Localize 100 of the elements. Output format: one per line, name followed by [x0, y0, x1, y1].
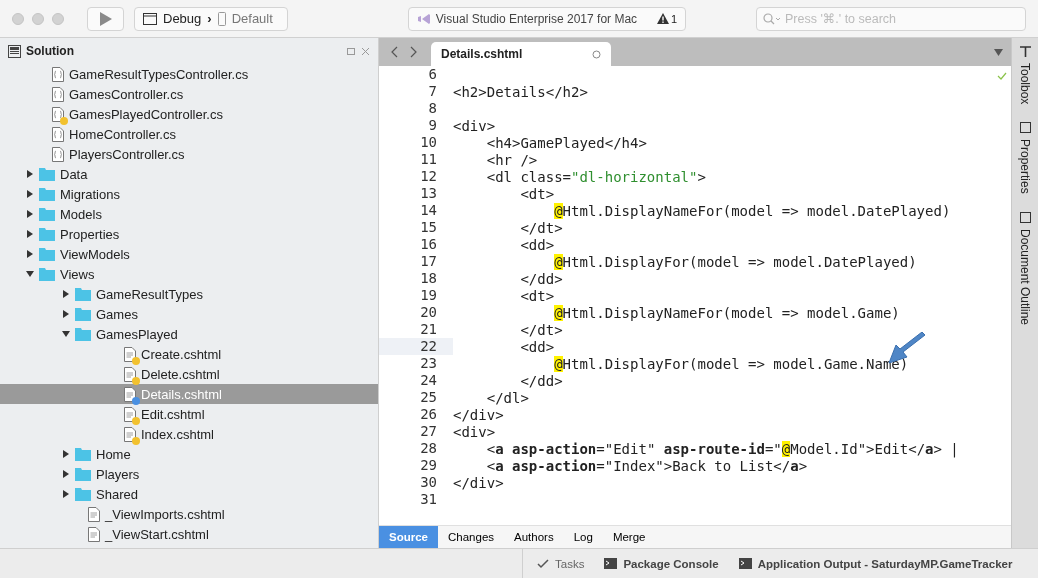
dropdown-caret-icon[interactable]: [994, 49, 1003, 56]
code-line: </div>: [453, 474, 504, 491]
tree-item[interactable]: Games: [0, 304, 378, 324]
file-icon: [52, 86, 64, 102]
collapse-triangle-icon[interactable]: [62, 330, 70, 338]
file-icon: [124, 346, 136, 362]
configuration-selector[interactable]: Debug › Default: [134, 6, 288, 31]
side-pad-tab[interactable]: Properties: [1018, 122, 1032, 195]
tree-item[interactable]: Players: [0, 464, 378, 484]
check-icon: [997, 72, 1007, 80]
run-button[interactable]: [87, 6, 124, 31]
code-line: </dt>: [519, 321, 563, 338]
terminal-icon: [738, 558, 752, 569]
folder-icon: [39, 187, 55, 201]
line-number: 22: [379, 338, 453, 355]
file-icon: [124, 426, 136, 442]
pad-icon: [1019, 46, 1031, 57]
code-line: <h2>Details</h2>: [453, 83, 588, 100]
file-icon: [124, 386, 136, 402]
folder-icon: [39, 207, 55, 221]
tree-item[interactable]: _ViewImports.cshtml: [0, 504, 378, 524]
tree-item-label: GamesController.cs: [69, 86, 184, 102]
code-line: <dd>: [519, 236, 555, 253]
document-tab[interactable]: Details.cshtml: [431, 42, 611, 66]
expand-triangle-icon[interactable]: [62, 310, 70, 318]
side-pad-tab[interactable]: Toolbox: [1018, 46, 1032, 105]
expand-triangle-icon[interactable]: [62, 470, 70, 478]
tree-item-label: GameResultTypes: [96, 286, 203, 302]
code-line: </dd>: [519, 270, 563, 287]
view-tab[interactable]: Log: [563, 526, 603, 548]
folder-icon: [39, 167, 55, 181]
tree-item[interactable]: Home: [0, 444, 378, 464]
warning-number: 1: [670, 12, 677, 25]
file-icon: [88, 506, 100, 522]
folder-icon: [75, 487, 91, 501]
status-pad-button[interactable]: Package Console: [604, 557, 719, 570]
folder-icon: [39, 247, 55, 261]
code-line: </div>: [453, 406, 504, 423]
tree-item[interactable]: GamesController.cs: [0, 84, 378, 104]
status-pad-button[interactable]: Application Output - SaturdayMP.GameTracker: [738, 557, 1013, 570]
tree-item[interactable]: GameResultTypes: [0, 284, 378, 304]
expand-triangle-icon[interactable]: [26, 170, 34, 178]
tree-item[interactable]: Create.cshtml: [0, 344, 378, 364]
tree-item-label: _ViewImports.cshtml: [105, 506, 225, 522]
tree-item[interactable]: Models: [0, 204, 378, 224]
tree-item[interactable]: _ViewStart.cshtml: [0, 524, 378, 544]
folder-icon: [39, 267, 55, 281]
tree-item[interactable]: Views: [0, 264, 378, 284]
tree-item-label: Games: [96, 306, 138, 322]
tree-item-label: Models: [60, 206, 102, 222]
tree-item-label: HomeController.cs: [69, 126, 176, 142]
search-field[interactable]: Press '⌘.' to search: [756, 6, 1026, 31]
tree-item[interactable]: GamesPlayedController.cs: [0, 104, 378, 124]
view-tab[interactable]: Authors: [504, 526, 564, 548]
code-line: <div>: [453, 423, 496, 440]
tree-item-label: Index.cshtml: [141, 426, 214, 442]
tree-item-label: GamesPlayed: [96, 326, 178, 342]
tree-item-label: Players: [96, 466, 140, 482]
tree-item[interactable]: Edit.cshtml: [0, 404, 378, 424]
side-pad-tab[interactable]: Document Outline: [1018, 212, 1032, 326]
check-icon: [537, 558, 549, 569]
expand-triangle-icon[interactable]: [26, 190, 34, 198]
tree-item-label: Delete.cshtml: [141, 366, 220, 382]
expand-triangle-icon[interactable]: [26, 230, 34, 238]
tree-item[interactable]: Data: [0, 164, 378, 184]
expand-triangle-icon[interactable]: [62, 490, 70, 498]
tree-item[interactable]: Delete.cshtml: [0, 364, 378, 384]
view-tab[interactable]: Changes: [438, 526, 505, 548]
code-line: <div>: [453, 117, 496, 134]
tree-item-label: Edit.cshtml: [141, 406, 205, 422]
tree-item[interactable]: Migrations: [0, 184, 378, 204]
warning-count[interactable]: 1: [656, 12, 677, 25]
tree-item[interactable]: ViewModels: [0, 244, 378, 264]
window-icon: [143, 12, 157, 25]
expand-triangle-icon[interactable]: [26, 210, 34, 218]
code-line: <h4>GamePlayed</h4>: [485, 134, 647, 151]
view-tab[interactable]: Merge: [602, 526, 656, 548]
terminal-icon: [604, 558, 618, 569]
code-line: </dt>: [519, 219, 563, 236]
tree-item[interactable]: GamesPlayed: [0, 324, 378, 344]
status-pad-button[interactable]: Tasks: [537, 557, 585, 570]
tree-item[interactable]: Shared: [0, 484, 378, 504]
tree-item-label: GamesPlayedController.cs: [69, 106, 223, 122]
file-icon: [88, 526, 100, 542]
collapse-triangle-icon[interactable]: [26, 270, 34, 278]
tree-item[interactable]: HomeController.cs: [0, 124, 378, 144]
tree-item-label: Views: [60, 266, 95, 282]
expand-triangle-icon[interactable]: [26, 250, 34, 258]
folder-icon: [75, 467, 91, 481]
tree-item[interactable]: GameResultTypesController.cs: [0, 64, 378, 84]
tree-item-label: Data: [60, 166, 88, 182]
code-line: <dt>: [519, 287, 555, 304]
tree-item[interactable]: Index.cshtml: [0, 424, 378, 444]
tree-item[interactable]: PlayersController.cs: [0, 144, 378, 164]
expand-triangle-icon[interactable]: [62, 290, 70, 298]
close-tab-icon[interactable]: [592, 49, 601, 59]
configuration-label: Debug: [163, 11, 202, 26]
expand-triangle-icon[interactable]: [62, 450, 70, 458]
tree-item[interactable]: Properties: [0, 224, 378, 244]
file-icon: [52, 126, 64, 142]
